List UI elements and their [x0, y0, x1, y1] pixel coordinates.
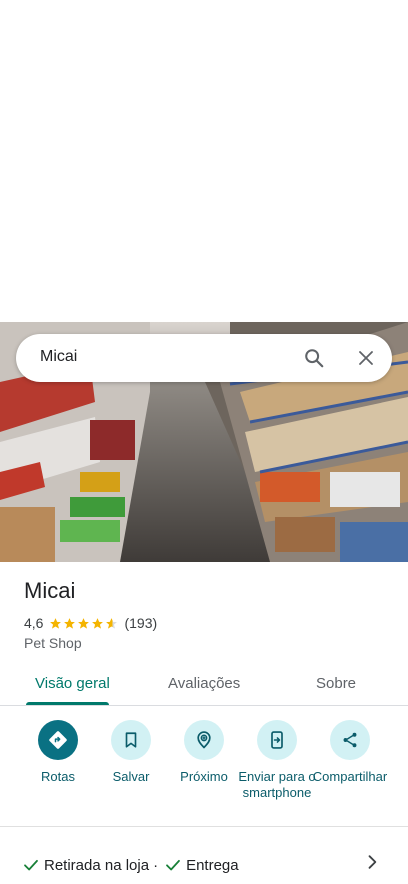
star-rating — [49, 617, 118, 630]
nearby-circle — [184, 720, 224, 760]
share-circle — [330, 720, 370, 760]
search-icon — [305, 349, 324, 368]
check-icon — [166, 859, 180, 871]
half-star-icon — [106, 617, 118, 629]
reviews-count: (193) — [124, 615, 158, 631]
share-icon — [343, 732, 357, 748]
search-bar[interactable]: Micai — [16, 334, 392, 382]
services-separator: · — [153, 856, 159, 874]
save-label: Salvar — [112, 769, 150, 784]
send-to-phone-label: Enviar para o smartphone — [238, 769, 316, 800]
tab-overview[interactable]: Visão geral — [35, 675, 110, 692]
star-icon — [78, 617, 90, 629]
directions-icon — [49, 731, 67, 749]
delivery-label: Entrega — [186, 856, 239, 874]
save-circle — [111, 720, 151, 760]
directions-circle — [38, 720, 78, 760]
search-input[interactable]: Micai — [40, 348, 77, 366]
directions-button[interactable]: Rotas — [18, 720, 98, 785]
check-icon — [24, 859, 38, 871]
blank-area — [0, 0, 408, 322]
directions-label: Rotas — [41, 769, 75, 784]
star-icon — [64, 617, 76, 629]
send-to-phone-button[interactable]: Enviar para o smartphone — [237, 720, 317, 801]
nearby-button[interactable]: Próximo — [164, 720, 244, 785]
tab-reviews[interactable]: Avaliações — [168, 675, 240, 692]
place-title: Micai — [24, 578, 76, 603]
bookmark-icon — [125, 732, 137, 748]
star-icon — [92, 617, 104, 629]
active-tab-indicator — [26, 702, 109, 705]
tab-bar: Visão geral Avaliações Sobre — [0, 664, 408, 706]
share-button[interactable]: Compartilhar — [310, 720, 390, 785]
search-button[interactable] — [300, 344, 328, 372]
place-category: Pet Shop — [24, 635, 82, 651]
services-row[interactable]: Retirada na loja · Entrega — [22, 854, 239, 876]
star-icon — [50, 617, 62, 629]
save-button[interactable]: Salvar — [91, 720, 171, 785]
nearby-icon — [197, 731, 211, 749]
nearby-label: Próximo — [180, 769, 228, 784]
send-to-phone-circle — [257, 720, 297, 760]
send-to-phone-icon — [271, 731, 283, 749]
section-divider — [0, 826, 408, 827]
close-icon — [359, 351, 373, 365]
rating-row[interactable]: 4,6 (193) — [24, 614, 157, 632]
share-label: Compartilhar — [312, 769, 388, 784]
tab-about[interactable]: Sobre — [316, 675, 356, 692]
pickup-label: Retirada na loja — [44, 856, 150, 874]
chevron-right-icon[interactable] — [362, 852, 382, 872]
clear-search-button[interactable] — [352, 344, 380, 372]
rating-value: 4,6 — [24, 615, 44, 631]
